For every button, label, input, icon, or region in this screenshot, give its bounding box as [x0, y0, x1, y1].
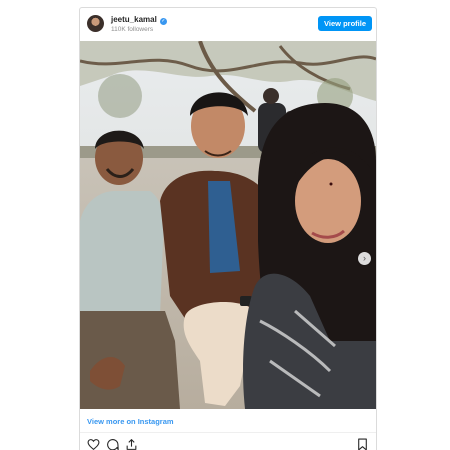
view-more-link[interactable]: View more on Instagram [87, 417, 174, 426]
username[interactable]: jeetu_kamal [111, 15, 157, 24]
post-photo[interactable]: › [80, 41, 376, 409]
share-icon[interactable] [125, 438, 138, 450]
bookmark-icon[interactable] [356, 438, 369, 450]
avatar[interactable] [87, 15, 104, 32]
view-profile-button[interactable]: View profile [318, 16, 372, 31]
heart-icon[interactable] [87, 438, 100, 450]
follower-count: 110K followers [111, 26, 154, 33]
chevron-right-icon[interactable]: › [358, 252, 371, 265]
comment-icon[interactable] [106, 438, 119, 450]
post-header: jeetu_kamal ✓ 110K followers View profile [80, 8, 376, 41]
selfie-image [80, 41, 376, 409]
username-row[interactable]: jeetu_kamal ✓ [111, 15, 167, 25]
instagram-embed-card: jeetu_kamal ✓ 110K followers View profile [79, 7, 377, 450]
verified-badge-icon: ✓ [159, 18, 167, 25]
divider [80, 432, 376, 433]
